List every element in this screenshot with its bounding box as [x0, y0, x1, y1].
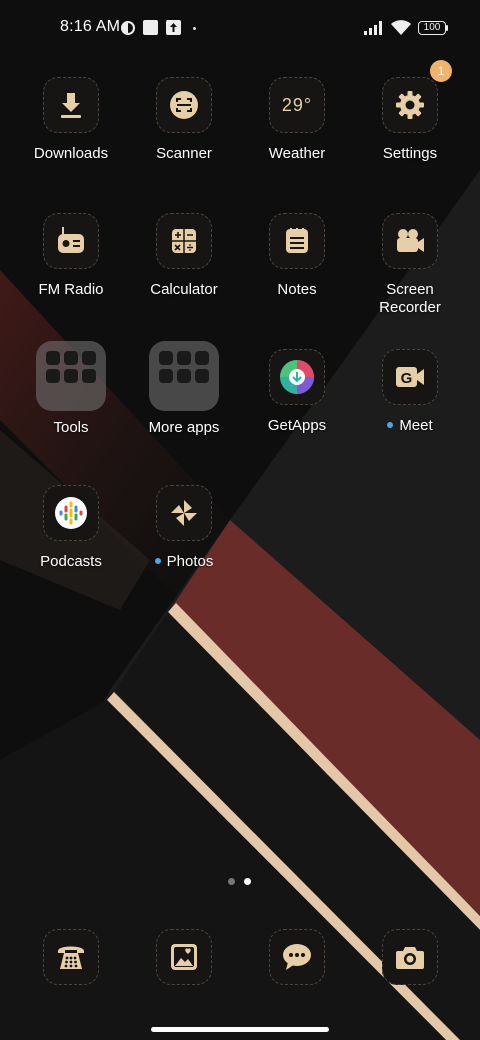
- weather-temperature: 29°: [281, 94, 313, 115]
- meet-icon: G: [382, 349, 438, 405]
- pinwheel-icon: [156, 485, 212, 541]
- app-label: GetApps: [267, 417, 327, 434]
- app-weather[interactable]: 29° Weather: [241, 77, 353, 197]
- wifi-icon: [391, 20, 411, 35]
- app-fm-radio[interactable]: FM Radio: [15, 213, 127, 333]
- app-meet[interactable]: G Meet: [354, 349, 466, 469]
- app-label: Settings: [382, 145, 438, 162]
- dock-phone[interactable]: [15, 929, 127, 989]
- app-label: Podcasts: [40, 553, 102, 570]
- battery-icon: 100: [418, 21, 446, 35]
- folder-tools[interactable]: Tools: [15, 341, 127, 461]
- podcasts-icon: [43, 485, 99, 541]
- folder-icon: [36, 341, 106, 411]
- phone-icon: [43, 929, 99, 985]
- video-camera-icon: [382, 213, 438, 269]
- new-app-dot: [154, 558, 161, 564]
- signal-icon: [364, 21, 382, 35]
- battery-tip: [446, 25, 448, 31]
- app-label: Scanner: [156, 145, 212, 162]
- radio-icon: [43, 213, 99, 269]
- status-bar: 8:16 AM 100: [0, 0, 480, 56]
- app-downloads[interactable]: Downloads: [15, 77, 127, 197]
- app-label: Meet: [354, 417, 466, 435]
- app-label: Calculator: [150, 281, 218, 298]
- page-dot[interactable]: [228, 878, 235, 885]
- app-label: Photos: [128, 553, 240, 571]
- app-label: More apps: [148, 419, 220, 436]
- app-getapps[interactable]: GetApps: [241, 349, 353, 469]
- settings-badge: 1: [430, 60, 452, 82]
- app-label: Tools: [53, 419, 89, 436]
- app-label: Downloads: [33, 145, 109, 162]
- page-dot-active[interactable]: [244, 878, 251, 885]
- gallery-icon: [156, 929, 212, 985]
- download-icon: [43, 77, 99, 133]
- notes-icon: [269, 213, 325, 269]
- message-icon: [269, 929, 325, 985]
- app-screen-recorder[interactable]: Screen Recorder: [354, 213, 466, 333]
- scanner-icon: [156, 77, 212, 133]
- weather-icon: 29°: [269, 77, 325, 133]
- new-app-dot: [387, 422, 394, 428]
- vpn-icon: [121, 21, 135, 35]
- app-label: Notes: [277, 281, 317, 298]
- clock: 8:16 AM: [60, 18, 121, 35]
- getapps-icon: [269, 349, 325, 405]
- svg-text:G: G: [401, 370, 413, 387]
- app-label: FM Radio: [38, 281, 104, 298]
- gear-icon: [382, 77, 438, 133]
- folder-icon: [149, 341, 219, 411]
- notification-icon: [143, 20, 158, 35]
- app-photos[interactable]: Photos: [128, 485, 240, 605]
- app-scanner[interactable]: Scanner: [128, 77, 240, 197]
- app-podcasts[interactable]: Podcasts: [15, 485, 127, 605]
- app-calculator[interactable]: Calculator: [128, 213, 240, 333]
- dock-gallery[interactable]: [128, 929, 240, 989]
- calculator-icon: [156, 213, 212, 269]
- app-settings[interactable]: Settings: [354, 77, 466, 197]
- dock-camera[interactable]: [354, 929, 466, 989]
- upload-icon: [166, 20, 181, 35]
- app-label: Screen Recorder: [379, 281, 441, 316]
- dock-messages[interactable]: [241, 929, 353, 989]
- folder-more-apps[interactable]: More apps: [128, 341, 240, 461]
- battery-level: 100: [423, 22, 441, 33]
- more-notifications-dot: [193, 27, 196, 30]
- app-notes[interactable]: Notes: [241, 213, 353, 333]
- home-indicator[interactable]: [151, 1027, 329, 1032]
- camera-icon: [382, 929, 438, 985]
- app-label: Weather: [268, 145, 326, 162]
